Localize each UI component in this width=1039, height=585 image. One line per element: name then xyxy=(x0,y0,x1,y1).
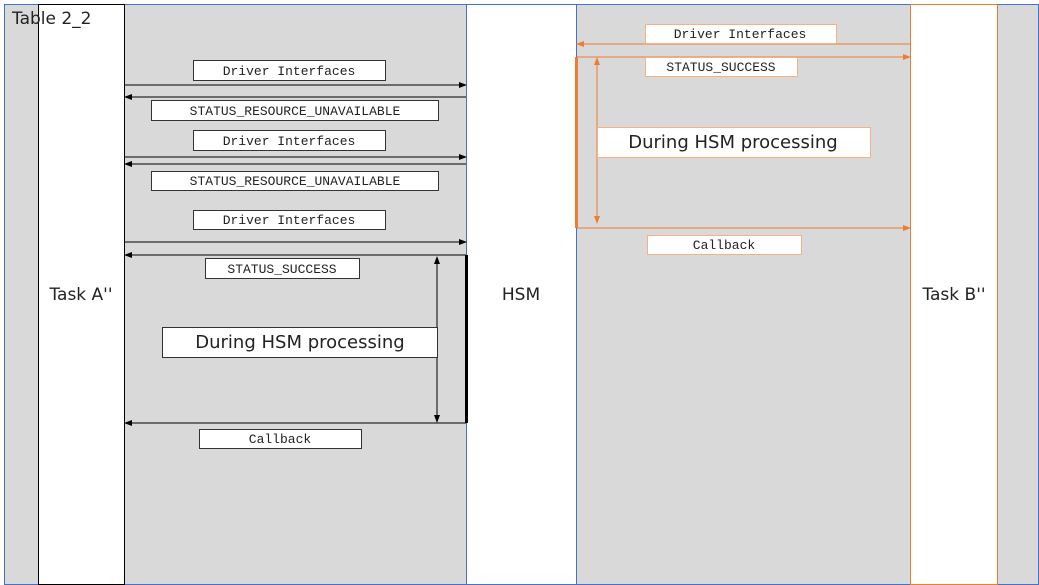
message-driver-interfaces-3: Driver Interfaces xyxy=(223,213,356,228)
lane-label-task-a: Task A'' xyxy=(48,285,112,305)
message-status-success-b: STATUS_SUCCESS xyxy=(666,60,775,75)
message-callback-b: Callback xyxy=(693,238,756,253)
message-status-success: STATUS_SUCCESS xyxy=(227,262,336,277)
diagram-title: Table 2_2 xyxy=(11,9,92,29)
message-driver-interfaces-1: Driver Interfaces xyxy=(223,64,356,79)
lane-label-hsm: HSM xyxy=(502,285,540,305)
message-driver-interfaces-b: Driver Interfaces xyxy=(674,27,807,42)
message-callback: Callback xyxy=(249,432,312,447)
hsm-activation-bar-a xyxy=(465,255,468,423)
processing-label: During HSM processing xyxy=(195,332,404,353)
message-status-unavailable-2: STATUS_RESOURCE_UNAVAILABLE xyxy=(190,174,401,189)
message-status-unavailable-1: STATUS_RESOURCE_UNAVAILABLE xyxy=(190,104,401,119)
hsm-activation-bar-b xyxy=(575,57,578,228)
lane-label-task-b: Task B'' xyxy=(921,285,985,305)
message-driver-interfaces-2: Driver Interfaces xyxy=(223,134,356,149)
processing-label-b: During HSM processing xyxy=(628,132,837,153)
sequence-diagram: Table 2_2 Task A'' HSM Task B'' Driver I… xyxy=(4,4,1039,585)
